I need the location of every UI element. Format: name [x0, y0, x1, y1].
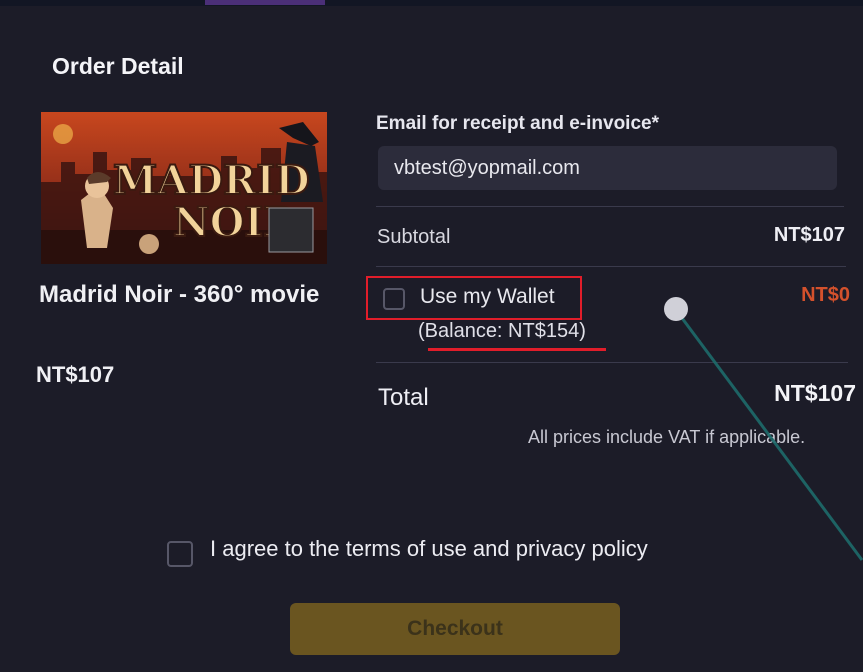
checkout-button[interactable]: Checkout [290, 603, 620, 655]
product-name: Madrid Noir - 360° movie [39, 281, 320, 308]
subtotal-value: NT$107 [773, 224, 845, 246]
page-title: Order Detail [52, 53, 184, 79]
divider [376, 362, 848, 363]
checkout-screen: Order Detail MADRID NOIR Madrid Noir - 3… [0, 0, 863, 672]
vat-note: All prices include VAT if applicable. [528, 427, 806, 447]
balance-underline [428, 348, 606, 351]
divider [376, 206, 844, 207]
wallet-amount: NT$0 [801, 284, 850, 306]
wallet-label[interactable]: Use my Wallet [420, 285, 555, 309]
wallet-balance: (Balance: NT$154) [418, 320, 586, 342]
top-logo [205, 0, 325, 5]
product-poster: MADRID NOIR [41, 112, 327, 264]
poster-title-line1: MADRID [113, 157, 310, 204]
email-input[interactable] [378, 146, 837, 190]
product-price: NT$107 [36, 362, 115, 387]
total-label: Total [378, 384, 429, 411]
total-value: NT$107 [774, 380, 856, 406]
wallet-checkbox[interactable] [383, 288, 405, 310]
subtotal-label: Subtotal [377, 226, 451, 248]
divider [376, 266, 846, 267]
top-bar [0, 0, 863, 6]
vr-pointer-cursor [664, 297, 688, 321]
terms-label[interactable]: I agree to the terms of use and privacy … [210, 536, 648, 562]
terms-checkbox[interactable] [167, 541, 193, 567]
email-label: Email for receipt and e-invoice* [376, 113, 659, 134]
